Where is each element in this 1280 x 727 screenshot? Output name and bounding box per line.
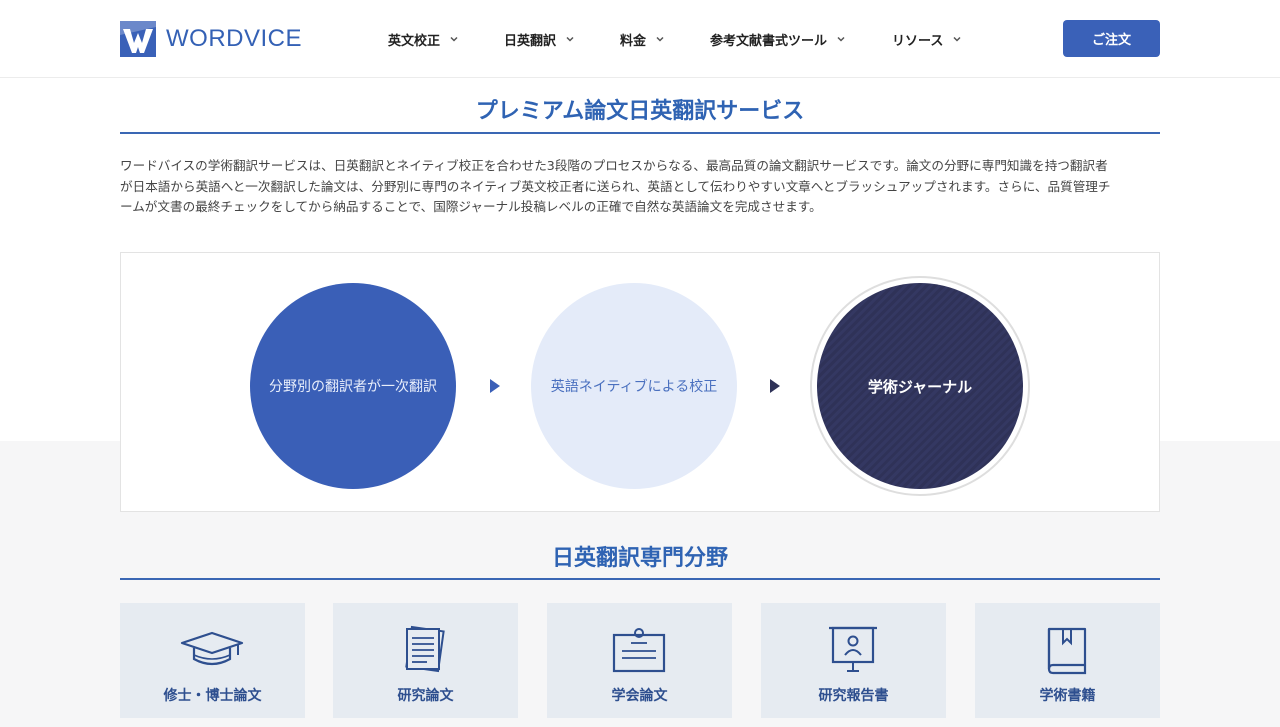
fields-title: 日英翻訳専門分野 bbox=[551, 546, 728, 571]
chevron-down-icon bbox=[953, 36, 961, 42]
document-stack-icon bbox=[405, 625, 445, 673]
nav-item-label: リソース bbox=[892, 33, 944, 49]
process-diagram: 分野別の翻訳者が一次翻訳 英語ネイティブによる校正 学術ジャーナル bbox=[120, 252, 1160, 512]
chevron-down-icon bbox=[450, 36, 458, 42]
intro-line: ワードバイスの学術翻訳サービスは、日英翻訳とネイティブ校正を合わせた3段階のプロ… bbox=[120, 158, 1108, 173]
field-label: 修士・博士論文 bbox=[163, 688, 262, 704]
step-label: 学術ジャーナル bbox=[867, 377, 973, 396]
field-card-research-report[interactable]: 研究報告書 bbox=[761, 603, 946, 718]
step-academic-journal: 学術ジャーナル bbox=[817, 283, 1023, 489]
step-native-proofreading: 英語ネイティブによる校正 bbox=[531, 283, 737, 489]
field-card-research-paper[interactable]: 研究論文 bbox=[333, 603, 518, 718]
nav-item-citation-tool[interactable]: 参考文献書式ツール bbox=[710, 28, 845, 50]
field-label: 研究報告書 bbox=[818, 688, 889, 704]
intro-line: ームが文書の最終チェックをしてから納品することで、国際ジャーナル投稿レベルの正確… bbox=[120, 199, 822, 214]
nav-item-resources[interactable]: リソース bbox=[892, 28, 961, 50]
certificate-icon bbox=[612, 628, 666, 673]
nav-item-jp-en-translation[interactable]: 日英翻訳 bbox=[504, 28, 574, 50]
title-divider bbox=[120, 132, 1160, 134]
nav-item-label: 日英翻訳 bbox=[504, 33, 557, 49]
field-card-conference-paper[interactable]: 学会論文 bbox=[547, 603, 732, 718]
field-label: 学会論文 bbox=[611, 688, 668, 704]
field-label: 学術書籍 bbox=[1039, 688, 1096, 704]
chevron-down-icon bbox=[566, 36, 574, 42]
field-card-academic-book[interactable]: 学術書籍 bbox=[975, 603, 1160, 718]
arrow-right-icon bbox=[490, 379, 500, 393]
step-first-translation: 分野別の翻訳者が一次翻訳 bbox=[250, 283, 456, 489]
book-icon bbox=[1047, 627, 1087, 675]
nav-item-pricing[interactable]: 料金 bbox=[620, 28, 664, 50]
nav-item-english-editing[interactable]: 英文校正 bbox=[388, 28, 458, 50]
site-header: WORDVICE 英文校正 日英翻訳 料金 参考文献書式ツール リソース ご注文 bbox=[0, 0, 1280, 78]
order-button[interactable]: ご注文 bbox=[1063, 20, 1160, 57]
chevron-down-icon bbox=[656, 36, 664, 42]
graduation-cap-icon bbox=[180, 631, 244, 666]
presentation-board-icon bbox=[829, 626, 877, 672]
fields-divider bbox=[120, 578, 1160, 580]
field-card-thesis[interactable]: 修士・博士論文 bbox=[120, 603, 305, 718]
intro-paragraph: ワードバイスの学術翻訳サービスは、日英翻訳とネイティブ校正を合わせた3段階のプロ… bbox=[120, 156, 1160, 218]
intro-line: が日本語から英語へと一次翻訳した論文は、分野別に専門のネイティブ英文校正者に送ら… bbox=[120, 178, 1111, 194]
field-label: 研究論文 bbox=[397, 688, 454, 704]
nav-item-label: 参考文献書式ツール bbox=[710, 33, 828, 49]
step-label: 英語ネイティブによる校正 bbox=[550, 379, 718, 395]
page-title: プレミアム論文日英翻訳サービス bbox=[475, 99, 805, 124]
nav-item-label: 料金 bbox=[620, 33, 647, 49]
arrow-right-icon bbox=[770, 379, 780, 393]
step-label: 分野別の翻訳者が一次翻訳 bbox=[269, 379, 437, 395]
nav-item-label: 英文校正 bbox=[388, 33, 441, 49]
chevron-down-icon bbox=[837, 36, 845, 42]
